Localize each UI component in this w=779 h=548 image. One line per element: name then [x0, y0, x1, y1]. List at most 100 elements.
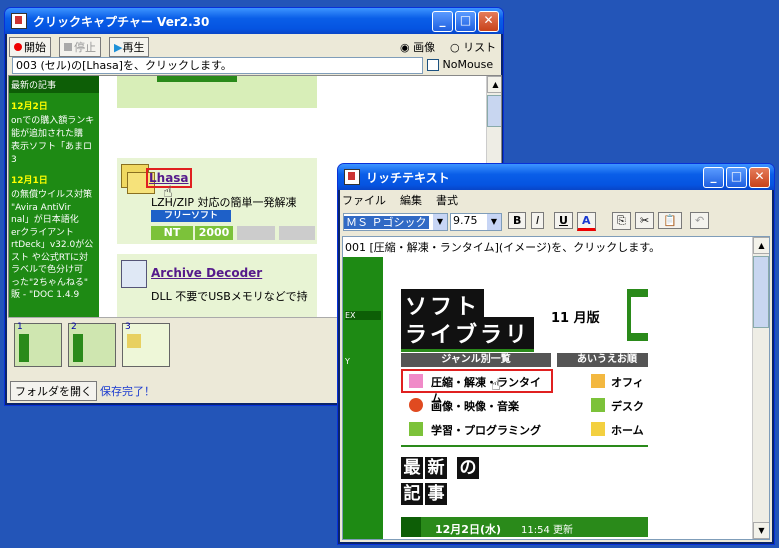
- sidebar-date1: 12月2日: [11, 102, 48, 112]
- thumb-preview: [73, 334, 83, 362]
- menu-file[interactable]: ファイル: [342, 192, 386, 208]
- edition-box: [627, 289, 648, 341]
- preview-sidebar: 最新の記事 12月2日 onでの購入額ランキ 能が追加された購 表示ソフト「あま…: [9, 76, 99, 318]
- item1-os-blank2: [279, 226, 315, 240]
- office-icon: [591, 374, 605, 388]
- embedded-left-strip: EX Y: [343, 257, 383, 539]
- news-time: 11:54 更新: [521, 525, 573, 536]
- item1-desc: LZH/ZIP 対応の簡単一発解凍: [151, 196, 297, 209]
- edition-label: 11 月版: [551, 311, 600, 326]
- status-line: 003 (セル)の[Lhasa]を、クリックします。: [12, 57, 423, 74]
- cut-icon[interactable]: ✂: [635, 212, 655, 229]
- mouse-cursor-icon: ☝: [491, 375, 501, 394]
- home-icon: [591, 422, 605, 436]
- item2-link-archive-decoder[interactable]: Archive Decoder: [151, 266, 262, 280]
- paste-icon[interactable]: 📋: [658, 212, 682, 229]
- editor-first-line: 001 [圧縮・解凍・ランタイム](イメージ)を、クリックします。: [345, 241, 661, 254]
- saved-status: 保存完了！: [100, 385, 155, 398]
- italic-button[interactable]: I: [531, 212, 545, 229]
- menu-format[interactable]: 書式: [436, 192, 458, 208]
- text-color-button[interactable]: A: [577, 212, 596, 231]
- music-icon: [409, 398, 423, 412]
- thumb-1[interactable]: 1: [14, 322, 62, 367]
- banner-tab: [157, 76, 237, 82]
- item1-os-nt: NT: [151, 226, 193, 240]
- menu-edit[interactable]: 編集: [400, 192, 422, 208]
- dropdown-icon: ▼: [487, 214, 501, 230]
- news1: onでの購入額ランキ 能が追加された購 表示ソフト「あまロ 3: [11, 116, 95, 165]
- item2-bg: [117, 254, 317, 318]
- item1-os-blank: [237, 226, 275, 240]
- maximize-button[interactable]: □: [455, 11, 476, 32]
- play-button[interactable]: ▶再生: [109, 37, 150, 57]
- close-button[interactable]: ✕: [478, 11, 499, 32]
- app-icon: [11, 13, 27, 29]
- item1-badge: フリーソフト: [151, 210, 231, 222]
- minimize-button[interactable]: _: [703, 167, 724, 188]
- news-title-char-1: 最: [401, 457, 423, 479]
- underline-button[interactable]: U: [554, 212, 573, 229]
- scroll-up-icon[interactable]: ▲: [487, 76, 501, 93]
- open-folder-button[interactable]: フォルダを開く: [10, 381, 97, 401]
- minimize-button[interactable]: _: [432, 11, 453, 32]
- scroll-up-icon[interactable]: ▲: [753, 237, 769, 254]
- close-button[interactable]: ✕: [749, 167, 770, 188]
- desktop-icon: [591, 398, 605, 412]
- capture-toolbar: 開始 停止 ▶再生 ◉ 画像 ○ リスト: [8, 37, 498, 57]
- capture-titlebar[interactable]: クリックキャプチャー Ver2.30 _ □ ✕: [5, 8, 503, 34]
- news-title-char-3: の: [457, 457, 479, 479]
- scroll-thumb[interactable]: [487, 95, 501, 127]
- news-title-char-5: 事: [425, 483, 447, 505]
- richtext-window: リッチテキスト _ □ ✕ ファイル 編集 書式 ＭＳ Ｐゴシック ▼ 9.75…: [337, 163, 775, 545]
- compression-icon: [409, 374, 423, 388]
- embedded-left-label: EX: [345, 311, 381, 320]
- decoder-icon: [121, 260, 147, 288]
- editor-scrollbar[interactable]: ▲ ▼: [752, 237, 769, 539]
- nomouse-checkbox[interactable]: NoMouse: [427, 58, 493, 71]
- logo-line2: ライブラリ: [401, 317, 535, 352]
- editor-area[interactable]: 001 [圧縮・解凍・ランタイム](イメージ)を、クリックします。 EX Y ソ…: [342, 236, 770, 540]
- mode-list-radio[interactable]: ○ リスト: [450, 39, 496, 55]
- genre-learning[interactable]: 学習・プログラミング: [403, 419, 551, 439]
- undo-icon[interactable]: ↶: [690, 212, 710, 229]
- dropdown-icon: ▼: [433, 214, 447, 230]
- start-button[interactable]: 開始: [9, 37, 51, 57]
- news-title-char-4: 記: [401, 483, 423, 505]
- news-title-char-2: 新: [425, 457, 447, 479]
- font-name-select[interactable]: ＭＳ Ｐゴシック ▼: [343, 213, 448, 231]
- stop-button[interactable]: 停止: [59, 37, 101, 57]
- stop-icon: [64, 43, 72, 51]
- kana-office[interactable]: オフィ: [591, 371, 648, 391]
- embedded-image: EX Y ソフト ライブラリ 11 月版 ジャンル別一覧 あいうえお順 圧縮・解…: [343, 257, 648, 539]
- sidebar-date2: 12月1日: [11, 176, 48, 186]
- record-icon: [14, 43, 22, 51]
- kana-desktop[interactable]: デスク: [591, 395, 648, 415]
- capture-title: クリックキャプチャー Ver2.30: [33, 14, 210, 29]
- embedded-left-label-2: Y: [345, 357, 350, 366]
- mode-image-radio[interactable]: ◉ 画像: [400, 39, 435, 55]
- kana-home[interactable]: ホーム: [591, 419, 648, 439]
- genre-header: ジャンル別一覧: [401, 353, 551, 367]
- book-icon: [409, 422, 423, 436]
- news-date: 12月2日(水): [435, 523, 502, 536]
- bold-button[interactable]: B: [508, 212, 527, 229]
- genre-image[interactable]: 画像・映像・音楽: [403, 395, 551, 415]
- maximize-button[interactable]: □: [726, 167, 747, 188]
- genre-compression[interactable]: 圧縮・解凍・ランタイム: [401, 369, 553, 405]
- format-toolbar: ＭＳ Ｐゴシック ▼ 9.75 ▼ B I U A ⎘ ✂ 📋 ↶: [342, 211, 768, 233]
- item1-os-2000: 2000: [195, 226, 233, 240]
- divider-line: [401, 445, 648, 447]
- menu-bar: ファイル 編集 書式: [342, 192, 458, 208]
- item2-desc: DLL 不要でUSBメモリなどで持: [151, 290, 308, 303]
- copy-icon[interactable]: ⎘: [612, 212, 631, 230]
- thumb-2[interactable]: 2: [68, 322, 116, 367]
- news2: の無償ウイルス対策 "Avira AntiVir nal」が日本語化 erクライ…: [11, 190, 94, 300]
- font-size-select[interactable]: 9.75 ▼: [450, 213, 502, 231]
- bullet-icon: [631, 297, 648, 333]
- richtext-titlebar[interactable]: リッチテキスト _ □ ✕: [338, 164, 774, 190]
- app-icon: [344, 169, 360, 185]
- scroll-down-icon[interactable]: ▼: [753, 522, 769, 539]
- scroll-thumb[interactable]: [753, 256, 769, 328]
- richtext-title: リッチテキスト: [366, 170, 450, 185]
- thumb-3[interactable]: 3: [122, 322, 170, 367]
